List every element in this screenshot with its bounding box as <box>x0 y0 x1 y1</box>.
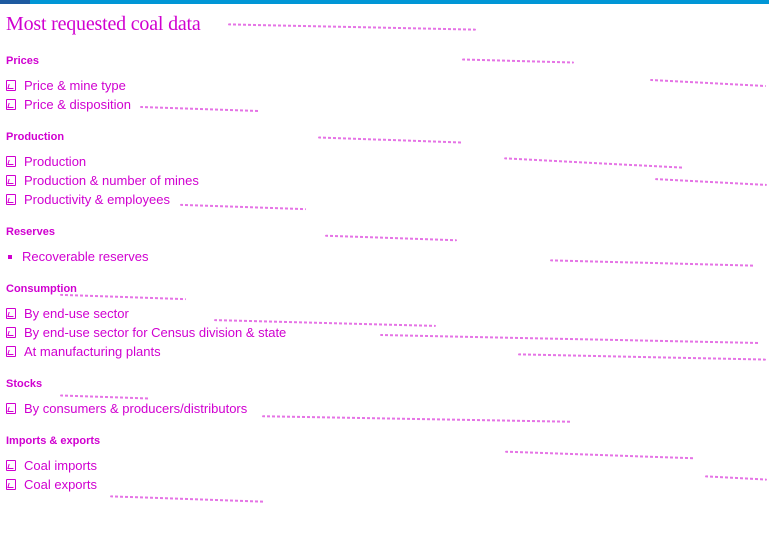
section-heading-production: Production <box>6 131 65 143</box>
link-label[interactable]: Production & number of mines <box>24 173 199 188</box>
render-artifact <box>110 495 264 503</box>
link-label[interactable]: By end-use sector <box>24 306 129 321</box>
pdf-icon <box>6 99 16 110</box>
top-accent-bar-segment <box>0 0 30 4</box>
link-coal-imports[interactable]: Coal imports <box>6 456 100 475</box>
render-artifact <box>228 23 476 31</box>
link-coal-exports[interactable]: Coal exports <box>6 475 100 494</box>
page-title: Most requested coal data <box>6 13 201 35</box>
render-artifact <box>504 157 684 169</box>
render-artifact <box>318 136 462 144</box>
link-label[interactable]: Productivity & employees <box>24 192 170 207</box>
pdf-icon <box>6 194 16 205</box>
link-label[interactable]: Coal imports <box>24 458 97 473</box>
section-heading-imports-exports: Imports & exports <box>6 435 101 447</box>
link-by-end-use-sector-census-state[interactable]: By end-use sector for Census division & … <box>6 323 286 342</box>
section-heading-reserves: Reserves <box>6 226 55 238</box>
link-label[interactable]: Price & disposition <box>24 97 131 112</box>
render-artifact <box>325 234 457 242</box>
section-heading-prices: Prices <box>6 55 40 67</box>
render-artifact <box>461 58 575 64</box>
bullet-icon <box>8 254 12 259</box>
link-label[interactable]: Production <box>24 154 86 169</box>
render-artifact <box>380 334 760 344</box>
pdf-icon <box>6 175 16 186</box>
link-productivity-employees[interactable]: Productivity & employees <box>6 190 199 209</box>
render-artifact <box>550 259 754 267</box>
link-label[interactable]: Coal exports <box>24 477 97 492</box>
render-artifact <box>704 475 768 481</box>
render-artifact <box>655 178 767 186</box>
pdf-icon <box>6 80 16 91</box>
pdf-icon <box>6 479 16 490</box>
section-production: Production Production Production & numbe… <box>6 129 199 209</box>
top-accent-bar <box>0 0 769 4</box>
link-at-manufacturing-plants[interactable]: At manufacturing plants <box>6 342 286 361</box>
pdf-icon <box>6 308 16 319</box>
section-reserves: Reserves Recoverable reserves <box>6 224 148 266</box>
pdf-icon <box>6 403 16 414</box>
section-heading-consumption: Consumption <box>6 283 77 295</box>
pdf-icon <box>6 156 16 167</box>
link-recoverable-reserves[interactable]: Recoverable reserves <box>6 247 148 266</box>
pdf-icon <box>6 460 16 471</box>
render-artifact <box>140 105 260 113</box>
link-by-consumers-producers-distributors[interactable]: By consumers & producers/distributors <box>6 399 247 418</box>
render-artifact <box>650 78 766 88</box>
link-production-number-of-mines[interactable]: Production & number of mines <box>6 171 199 190</box>
section-prices: Prices Price & mine type Price & disposi… <box>6 53 131 114</box>
render-artifact <box>262 415 572 423</box>
render-artifact <box>518 353 766 361</box>
link-label[interactable]: Price & mine type <box>24 78 126 93</box>
pdf-icon <box>6 346 16 357</box>
link-label[interactable]: At manufacturing plants <box>24 344 161 359</box>
pdf-icon <box>6 327 16 338</box>
link-label[interactable]: Recoverable reserves <box>22 249 148 264</box>
link-price-disposition[interactable]: Price & disposition <box>6 95 131 114</box>
link-price-mine-type[interactable]: Price & mine type <box>6 76 131 95</box>
link-production[interactable]: Production <box>6 152 199 171</box>
section-heading-stocks: Stocks <box>6 378 43 390</box>
render-artifact <box>180 203 306 211</box>
section-imports-exports: Imports & exports Coal imports Coal expo… <box>6 433 100 494</box>
link-label[interactable]: By consumers & producers/distributors <box>24 401 247 416</box>
link-label[interactable]: By end-use sector for Census division & … <box>24 325 286 340</box>
render-artifact <box>505 450 695 460</box>
